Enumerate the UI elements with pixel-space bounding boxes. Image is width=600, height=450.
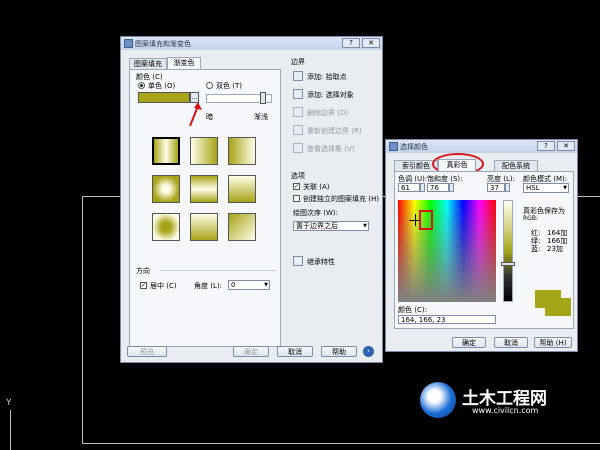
saturation-input[interactable]: 76 bbox=[427, 183, 449, 192]
gradient-panel: 颜色 (C) 单色 (O) 双色 (T) … 暗 渐浅 方向 ✓ 居中 (C) bbox=[129, 69, 281, 347]
tint-label: 渐浅 bbox=[254, 113, 268, 121]
color-dialog-title: 选择颜色 bbox=[400, 143, 428, 151]
remove-boundaries-icon bbox=[293, 107, 303, 117]
shade-label: 暗 bbox=[206, 113, 213, 121]
color-help-button[interactable]: 帮助 (H) bbox=[534, 337, 572, 348]
color-cancel-button[interactable]: 取消 bbox=[494, 337, 528, 348]
gradient-cylinder-inv-swatch[interactable] bbox=[190, 137, 218, 165]
separate-hatch-checkbox[interactable] bbox=[293, 195, 300, 202]
centered-label: 居中 (C) bbox=[150, 282, 177, 290]
two-color-label: 双色 (T) bbox=[216, 82, 242, 90]
gradient-hemispherical-swatch[interactable] bbox=[190, 175, 218, 203]
hue-spinner[interactable] bbox=[420, 183, 425, 192]
select-objects-icon[interactable] bbox=[293, 89, 303, 99]
two-color-radio[interactable] bbox=[206, 82, 213, 89]
single-color-label: 单色 (O) bbox=[148, 82, 176, 90]
inherit-properties-button[interactable]: 继承特性 bbox=[307, 257, 335, 267]
color-swatch-box[interactable] bbox=[138, 92, 190, 103]
color-help-question-button[interactable]: ? bbox=[537, 141, 555, 151]
ucs-y-label: Y bbox=[6, 398, 12, 408]
select-color-dialog: 选择颜色 ? ✕ 索引颜色 真彩色 配色系统 色调 (U): 61 饱和度 (S… bbox=[385, 139, 578, 352]
gradient-curved-swatch[interactable] bbox=[228, 175, 256, 203]
watermark-logo-icon bbox=[420, 382, 456, 418]
separate-hatch-label: 创建独立的图案填充 (H) bbox=[303, 195, 379, 203]
associative-checkbox[interactable]: ✓ bbox=[293, 183, 300, 190]
app-icon bbox=[124, 39, 133, 48]
draw-order-label: 绘图次序 (W): bbox=[293, 209, 338, 217]
luminance-input[interactable]: 37 bbox=[487, 183, 505, 192]
recreate-boundary-icon bbox=[293, 125, 303, 135]
help-question-button[interactable]: ? bbox=[342, 38, 360, 48]
gradient-invspherical-swatch[interactable] bbox=[152, 213, 180, 241]
color-dialog-icon bbox=[389, 142, 398, 151]
red-square-annotation bbox=[419, 210, 433, 230]
orientation-label: 方向 bbox=[136, 267, 150, 275]
options-label: 选项 bbox=[291, 172, 305, 180]
orientation-divider bbox=[160, 270, 276, 271]
preview-button[interactable]: 预览 bbox=[127, 346, 167, 357]
tab-hatch[interactable]: 图案填充 bbox=[129, 58, 167, 69]
gradient-linear-swatch[interactable] bbox=[152, 137, 180, 165]
boundary-label: 边界 bbox=[291, 58, 305, 66]
color-ok-button[interactable]: 确定 bbox=[452, 337, 486, 348]
cancel-button[interactable]: 取消 bbox=[277, 346, 313, 357]
angle-label: 角度 (L): bbox=[194, 282, 222, 290]
saturation-spinner[interactable] bbox=[449, 183, 454, 192]
tab-true-color[interactable]: 真彩色 bbox=[438, 159, 476, 171]
rgb-label: RGB: bbox=[523, 215, 538, 222]
dialog-titlebar: 图案填充和渐变色 ? ✕ bbox=[121, 37, 382, 50]
single-color-radio[interactable] bbox=[138, 82, 145, 89]
pick-points-icon[interactable] bbox=[293, 71, 303, 81]
gradient-spherical-swatch[interactable] bbox=[152, 175, 180, 203]
centered-checkbox[interactable]: ✓ bbox=[140, 282, 147, 289]
hatch-gradient-dialog: 图案填充和渐变色 ? ✕ 图案填充 渐变色 颜色 (C) 单色 (O) 双色 (… bbox=[120, 36, 383, 363]
inherit-properties-icon[interactable] bbox=[293, 256, 303, 266]
pick-points-button[interactable]: 添加: 拾取点 bbox=[307, 72, 347, 82]
help-button[interactable]: 帮助 bbox=[321, 346, 357, 357]
spectrum-crosshair-vertical bbox=[415, 214, 416, 226]
ucs-y-axis bbox=[10, 410, 11, 450]
associative-label: 关联 (A) bbox=[303, 183, 330, 191]
angle-select[interactable]: 0 bbox=[228, 280, 270, 290]
color-dialog-titlebar: 选择颜色 ? ✕ bbox=[386, 140, 577, 153]
luminance-slider-thumb[interactable] bbox=[501, 262, 515, 266]
tab-gradient[interactable]: 渐变色 bbox=[167, 57, 201, 69]
ok-button[interactable]: 确定 bbox=[233, 346, 269, 357]
remove-boundaries-button[interactable]: 删除边界 (D) bbox=[307, 108, 348, 118]
close-button[interactable]: ✕ bbox=[362, 38, 380, 48]
hue-input[interactable]: 61 bbox=[398, 183, 420, 192]
select-objects-button[interactable]: 添加: 选择对象 bbox=[307, 90, 354, 100]
color-close-button[interactable]: ✕ bbox=[557, 141, 575, 151]
recreate-boundary-button[interactable]: 重新创建边界 (R) bbox=[307, 126, 362, 136]
true-color-panel: 色调 (U): 61 饱和度 (S): 76 亮度 (L): 37 颜色模式 (… bbox=[394, 171, 574, 329]
more-options-icon[interactable]: › bbox=[363, 346, 374, 357]
view-selections-icon bbox=[293, 143, 303, 153]
dialog-title: 图案填充和渐变色 bbox=[135, 40, 191, 48]
view-selections-button[interactable]: 查看选择集 (V) bbox=[307, 144, 354, 154]
watermark-url: www.civilcn.com bbox=[472, 406, 539, 415]
draw-order-select[interactable]: 置于边界之后 bbox=[293, 221, 369, 231]
shade-slider-thumb[interactable] bbox=[260, 92, 266, 104]
color-value-label: 颜色 (C): bbox=[398, 306, 427, 314]
color-preview-new bbox=[545, 298, 571, 316]
red-arrow-annotation bbox=[189, 102, 202, 127]
color-model-select[interactable]: HSL bbox=[523, 183, 569, 193]
hue-saturation-spectrum[interactable] bbox=[398, 200, 496, 302]
gradient-invhemispherical-swatch[interactable] bbox=[190, 213, 218, 241]
gradient-invcurved-swatch[interactable] bbox=[228, 213, 256, 241]
luminance-bar[interactable] bbox=[503, 200, 513, 302]
blue-value: 23加 bbox=[547, 245, 563, 253]
blue-label: 蓝: bbox=[531, 245, 541, 253]
gradient-invcylinder-swatch[interactable] bbox=[228, 137, 256, 165]
luminance-spinner[interactable] bbox=[505, 183, 510, 192]
tab-color-books[interactable]: 配色系统 bbox=[494, 160, 538, 171]
color-value-input[interactable]: 164, 166, 23 bbox=[398, 315, 496, 324]
